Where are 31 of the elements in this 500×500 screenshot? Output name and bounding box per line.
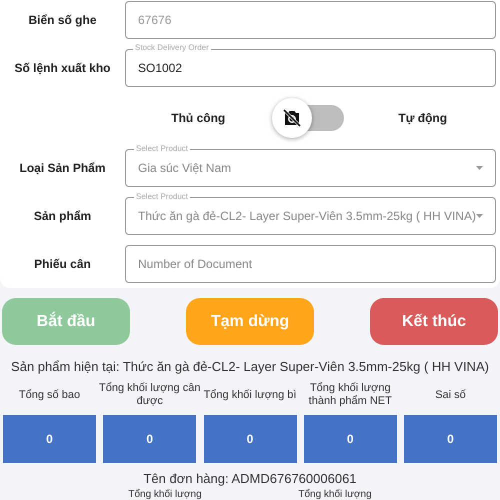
stat-label: Tổng khối lượng bì	[202, 388, 298, 403]
stat-label: Tổng khối lượng	[128, 489, 202, 500]
field-label: Số lệnh xuất kho	[13, 61, 112, 75]
stat-value: 0	[204, 415, 296, 463]
camera-off-icon	[282, 108, 302, 128]
order-name: Tên đơn hàng: ADMD676760006061	[142, 471, 358, 486]
stat-value: 0	[304, 415, 397, 463]
manual-label: Thủ công	[170, 111, 226, 125]
caret-icon	[476, 214, 483, 218]
auto-label: Tự động	[397, 111, 448, 125]
field-legend: Stock Delivery Order	[133, 43, 211, 52]
action-button[interactable]: Bắt đầu	[2, 298, 130, 345]
field-legend: Select Product	[134, 192, 190, 201]
field-label: Phiếu cân	[33, 257, 92, 271]
field-label: Loại Sản Phẩm	[18, 161, 107, 175]
stat-value: 0	[3, 415, 96, 463]
action-button[interactable]: Kết thúc	[370, 298, 498, 345]
caret-icon	[476, 166, 483, 170]
field-label: Sản phẩm	[32, 209, 92, 223]
stat-value: 0	[103, 415, 196, 463]
action-button[interactable]: Tạm dừng	[186, 298, 314, 345]
field-label: Biển số ghe	[27, 13, 98, 27]
stat-label: Sai số	[434, 388, 467, 403]
document-number-field[interactable]: Number of Document	[125, 245, 496, 283]
stat-label: Tổng khối lượng cân được	[98, 381, 202, 409]
current-product: Sản phẩm hiện tại: Thức ăn gà đẻ-CL2- Layer Super-Viên 3.5mm-25kg ( HH VINA)	[10, 359, 490, 374]
field-legend: Select Product	[134, 144, 190, 153]
stat-value: 0	[404, 415, 497, 463]
stat-label: Tổng khối lượng	[298, 489, 372, 500]
stat-label: Tổng số bao	[18, 388, 82, 403]
stat-label: Tổng khối lượng thành phẩm NET	[308, 381, 393, 409]
